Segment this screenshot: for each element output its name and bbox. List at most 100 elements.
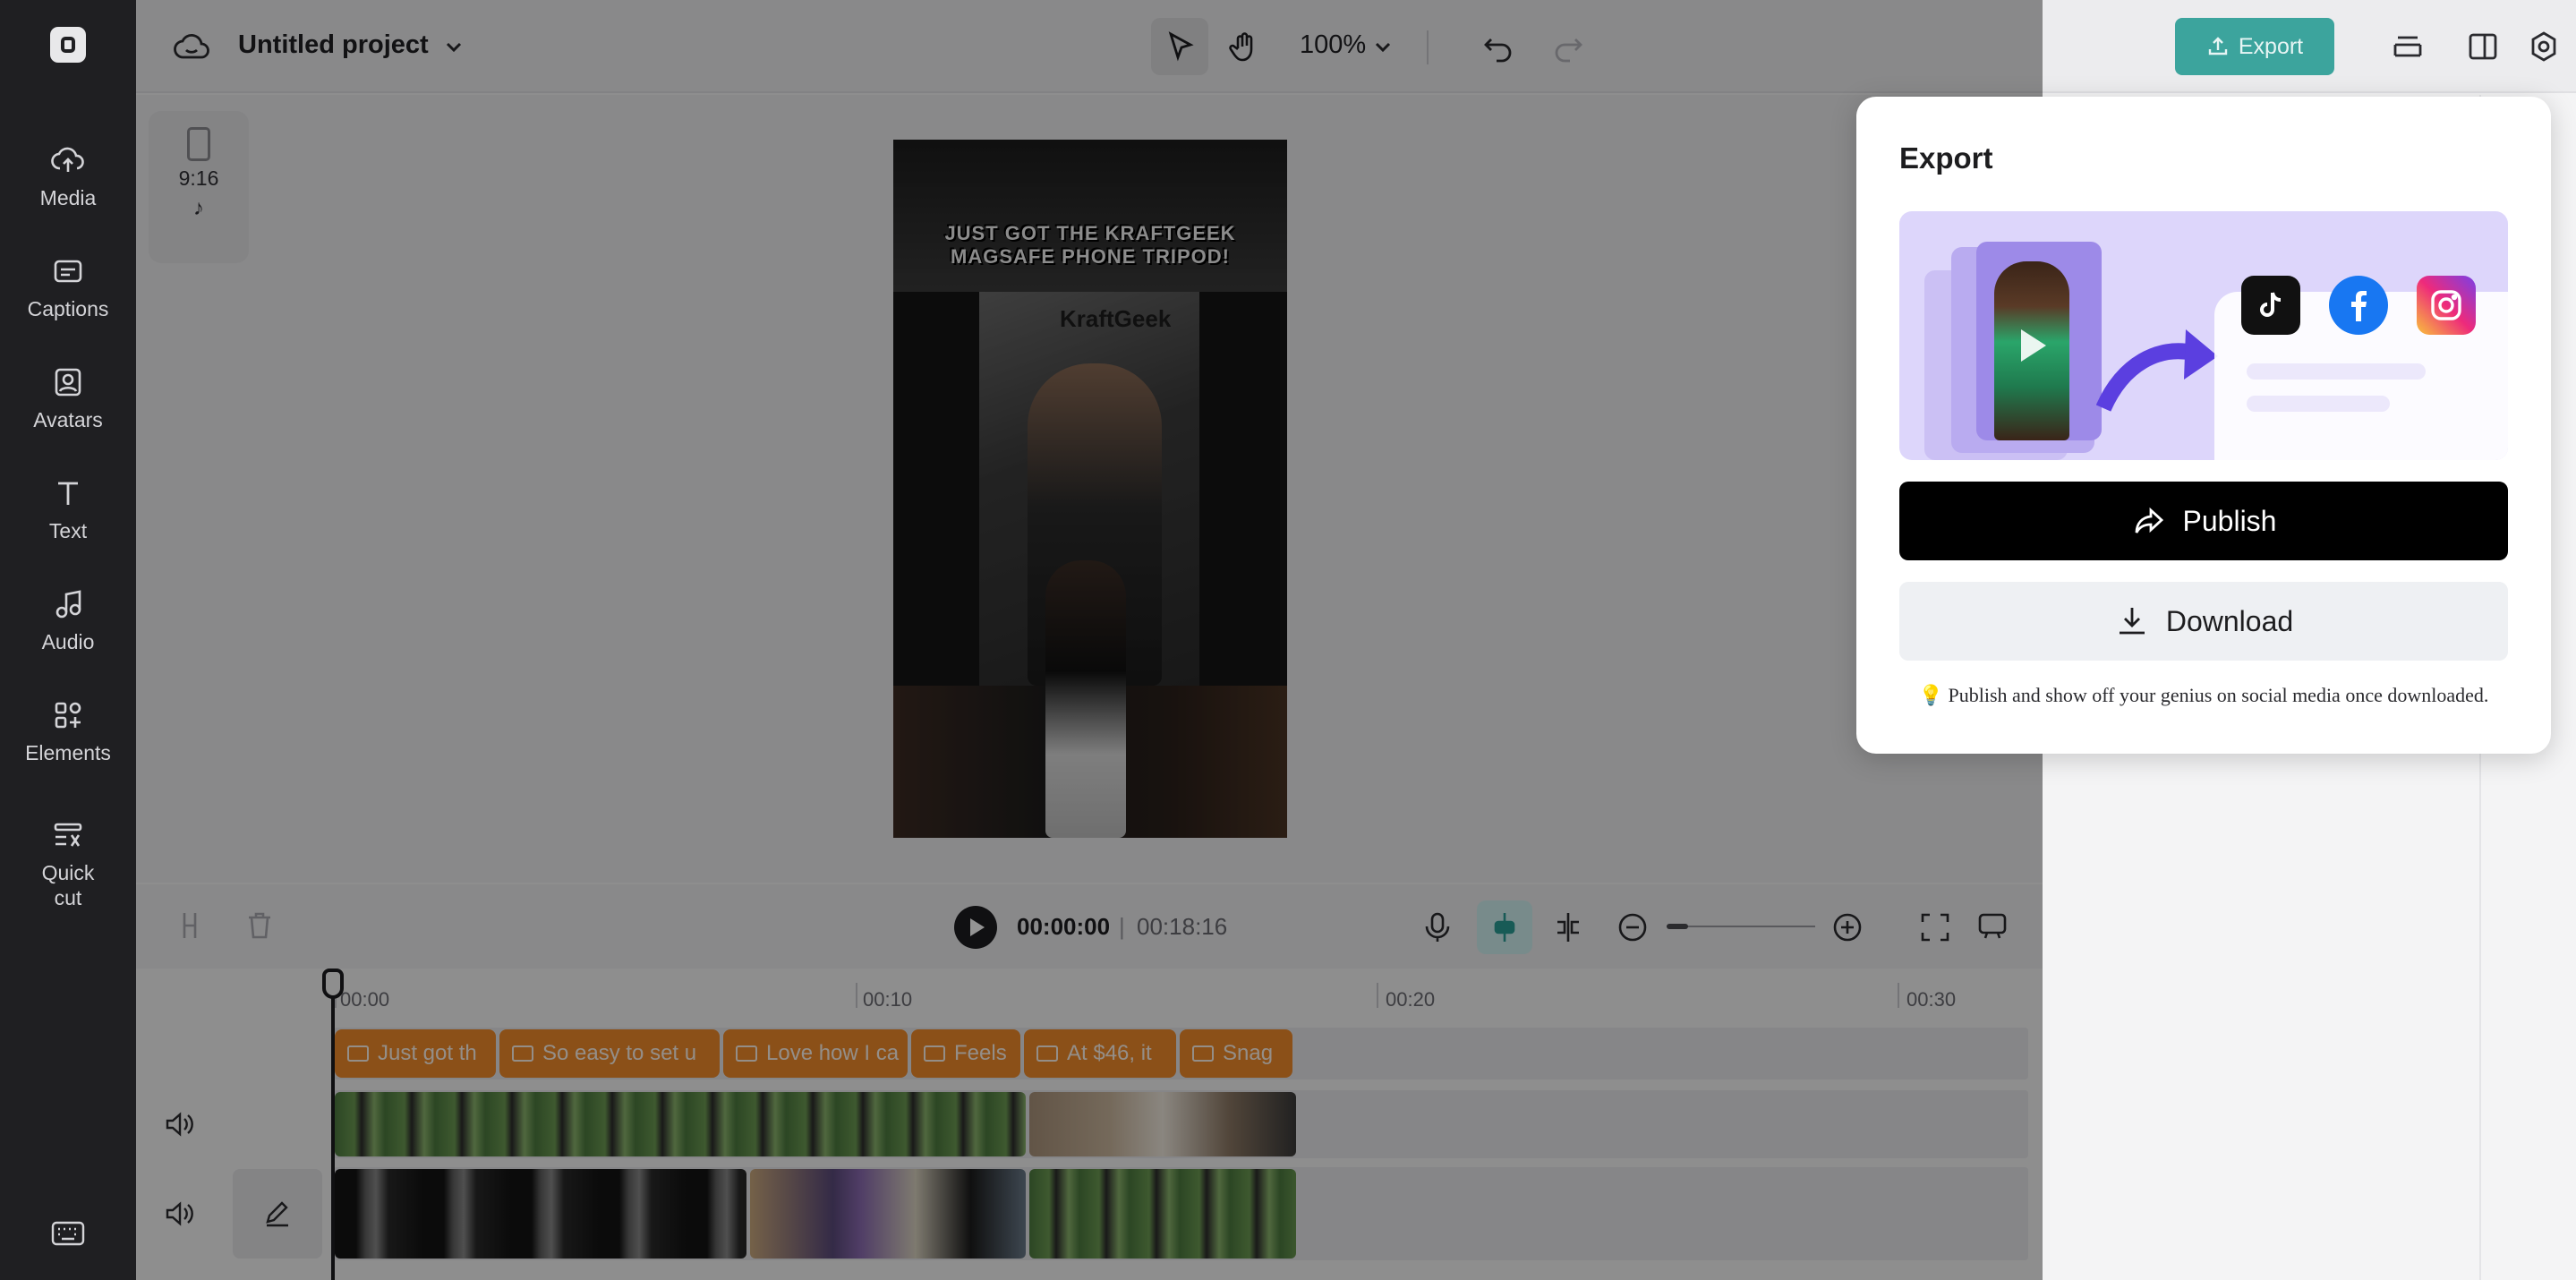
sidebar-item-media[interactable]: Media [0,127,136,226]
instagram-icon [2417,276,2476,335]
volume-icon[interactable] [163,1108,195,1140]
caption-clip[interactable]: At $46, it [1024,1029,1176,1078]
timeline-toolbar: 00:00:00 | 00:18:16 [136,884,2043,969]
cloud-upload-icon [51,147,84,172]
export-illustration [1899,211,2508,460]
sidebar-item-text[interactable]: Text [0,460,136,559]
zoom-slider-handle[interactable] [1667,924,1688,929]
panel-layout-icon [2469,33,2497,60]
hand-icon [1229,32,1253,62]
video-clip[interactable] [1029,1092,1296,1156]
gear-icon [2531,31,2556,62]
captions-toggle-icon[interactable] [1975,908,2010,943]
caption-clip[interactable]: Feels [911,1029,1020,1078]
video-clip[interactable] [750,1169,1026,1259]
facebook-icon [2329,276,2388,335]
aspect-ratio-selector[interactable]: 9:16 ♪ [149,111,249,263]
caption-clip[interactable]: Love how I ca [723,1029,908,1078]
phone-icon [187,127,210,161]
project-title[interactable]: Untitled project [238,30,429,60]
redo-icon [1555,38,1582,63]
caption-clip-icon [347,1045,369,1062]
top-header: Untitled project 100% Export [136,0,2576,93]
zoom-level[interactable]: 100% [1300,30,1366,60]
play-icon [2021,329,2046,362]
sidebar-item-audio[interactable]: Audio [0,571,136,670]
align-split-icon[interactable] [1550,909,1586,945]
timeline-zoom-slider[interactable] [1667,926,1815,927]
current-time: 00:00:00 [1017,913,1111,940]
sidebar-item-avatars[interactable]: Avatars [0,349,136,448]
upload-icon [2208,37,2228,55]
fit-screen-icon[interactable] [1917,909,1953,945]
aspect-ratio-label: 9:16 [178,166,219,190]
tick-label: 00:10 [863,988,913,1011]
auto-snap-button[interactable] [1477,900,1532,954]
video-caption-text: JUST GOT THE KRAFTGEEK MAGSAFE PHONE TRI… [944,222,1236,268]
download-button[interactable]: Download [1899,582,2508,661]
left-sidebar: Media Captions Avatars Text Audio Elemen… [0,0,136,1280]
cloud-save-icon[interactable] [174,30,209,63]
caption-clip-icon [1036,1045,1058,1062]
chevron-down-icon[interactable] [1371,36,1395,59]
sidebar-item-quick-cut[interactable]: Quick cut [0,806,136,922]
video-clip[interactable] [335,1169,746,1259]
quick-cut-icon [54,823,82,847]
sidebar-item-captions[interactable]: Captions [0,238,136,337]
caption-clip-icon [924,1045,945,1062]
volume-icon[interactable] [163,1198,195,1230]
toggle-panel-button[interactable] [2454,18,2512,75]
layers-button[interactable] [2379,18,2436,75]
elements-icon [55,702,81,729]
preview-canvas[interactable]: 9:16 ♪ JUST GOT THE KRAFTGEEK MAGSAFE PH… [136,95,2043,883]
avatar-icon [55,368,81,397]
video-clip[interactable] [1029,1169,1296,1259]
split-icon[interactable] [172,908,208,943]
tick-mark [1377,983,1378,1008]
trash-icon[interactable] [242,908,277,943]
zoom-out-icon[interactable] [1615,909,1651,945]
music-note-icon [55,590,81,619]
video-clip[interactable] [335,1092,1026,1156]
sidebar-item-label: Captions [27,297,109,320]
sidebar-item-elements[interactable]: Elements [0,682,136,781]
playhead-handle[interactable] [322,969,344,999]
redo-button[interactable] [1540,18,1597,75]
export-button[interactable]: Export [2175,18,2334,75]
timeline[interactable]: 00:00 00:10 00:20 00:30 Just got th So e… [136,969,2043,1280]
share-arrow-icon [2135,507,2163,533]
app-window: Media Captions Avatars Text Audio Elemen… [0,0,2576,1280]
caption-clip-icon [1192,1045,1214,1062]
sidebar-item-label: Media [39,186,97,209]
play-button[interactable] [954,906,997,949]
keyboard-icon[interactable] [50,1219,86,1248]
microphone-icon[interactable] [1420,909,1455,945]
undo-button[interactable] [1470,18,1527,75]
download-button-label: Download [2165,604,2294,637]
publish-button[interactable]: Publish [1899,482,2508,560]
lightbulb-icon: 💡 [1918,684,1949,706]
zoom-in-icon[interactable] [1830,909,1865,945]
settings-button[interactable] [2515,18,2572,75]
caption-clip[interactable]: So easy to set u [499,1029,720,1078]
pointer-icon [1168,31,1194,62]
export-dialog-title: Export [1899,141,1993,175]
tick-label: 00:20 [1386,988,1436,1011]
select-tool-button[interactable] [1151,18,1208,75]
app-logo[interactable] [50,27,86,63]
export-tip: 💡 Publish and show off your genius on so… [1918,684,2489,706]
tick-mark [856,983,857,1008]
divider [1427,30,1429,64]
caption-clip[interactable]: Just got th [335,1029,496,1078]
text-icon [58,482,78,505]
tick-label: 00:30 [1906,988,1957,1011]
caption-clip[interactable]: Snag [1180,1029,1292,1078]
hand-tool-button[interactable] [1215,18,1273,75]
caption-clip-icon [736,1045,757,1062]
video-preview[interactable]: JUST GOT THE KRAFTGEEK MAGSAFE PHONE TRI… [893,140,1287,838]
sidebar-item-label: Text [48,519,88,542]
chevron-down-icon[interactable] [442,36,465,59]
playhead-line[interactable] [331,969,335,1280]
edit-track-button[interactable] [233,1169,322,1259]
video-watermark-logo: KraftGeek [1060,305,1172,332]
